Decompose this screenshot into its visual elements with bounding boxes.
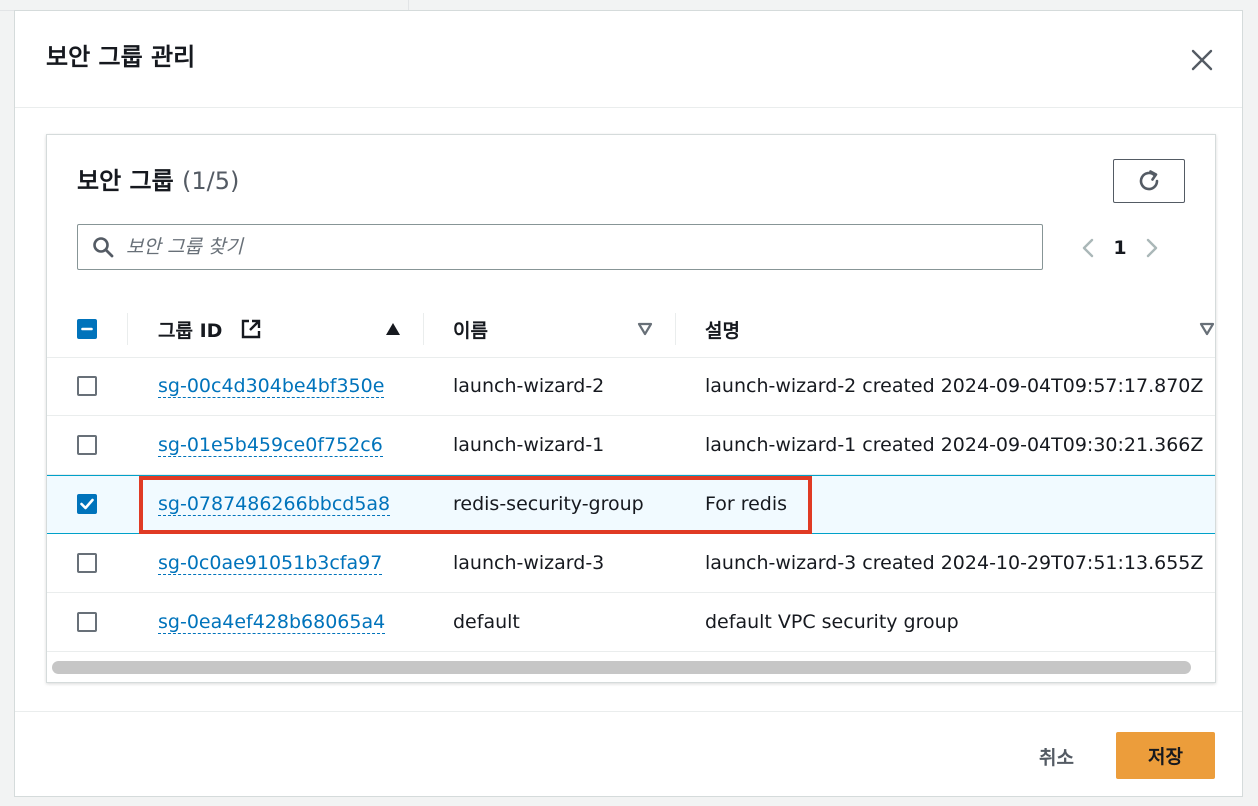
sort-icon (637, 322, 653, 336)
column-label-name: 이름 (453, 319, 488, 342)
table-row[interactable]: sg-0ea4ef428b68065a4 default default VPC… (47, 593, 1215, 652)
table-row[interactable]: sg-00c4d304be4bf350e launch-wizard-2 lau… (47, 357, 1215, 416)
group-id-link[interactable]: sg-0787486266bbcd5a8 (158, 493, 391, 516)
column-separator (127, 313, 128, 345)
select-all-checkbox[interactable] (77, 319, 97, 339)
column-header-name[interactable]: 이름 (453, 301, 653, 357)
indeterminate-icon (81, 327, 93, 331)
row-checkbox[interactable] (77, 435, 97, 455)
table-header: 그룹 ID 이름 설명 (47, 301, 1215, 358)
group-id-link[interactable]: sg-00c4d304be4bf350e (158, 375, 385, 398)
table-row[interactable]: sg-01e5b459ce0f752c6 launch-wizard-1 lau… (47, 416, 1215, 475)
group-name: launch-wizard-3 (453, 552, 605, 574)
close-icon (1191, 49, 1213, 71)
selection-count: (1/5) (182, 167, 240, 195)
row-checkbox[interactable] (77, 612, 97, 632)
search-icon (92, 236, 114, 258)
group-name: launch-wizard-1 (453, 434, 605, 456)
checkmark-icon (80, 498, 94, 510)
group-name: default (453, 611, 520, 633)
group-description: launch-wizard-3 created 2024-10-29T07:51… (705, 552, 1204, 574)
column-header-description[interactable]: 설명 (705, 301, 1215, 357)
row-checkbox[interactable] (77, 553, 97, 573)
chevron-left-icon (1082, 238, 1094, 258)
column-label-description: 설명 (705, 319, 740, 342)
row-checkbox-checked[interactable] (77, 494, 97, 514)
next-page-button[interactable] (1141, 233, 1163, 263)
column-label-group-id: 그룹 ID (158, 319, 223, 342)
refresh-icon (1139, 170, 1159, 191)
table-title: 보안 그룹 (1/5) (77, 165, 239, 197)
search-input[interactable] (124, 226, 1042, 268)
pagination: 1 (1077, 233, 1163, 263)
modal-footer: 취소 저장 (15, 711, 1242, 797)
modal-header: 보안 그룹 관리 (15, 11, 1242, 108)
table-row-selected[interactable]: sg-0787486266bbcd5a8 redis-security-grou… (47, 475, 1215, 534)
table-row[interactable]: sg-0c0ae91051b3cfa97 launch-wizard-3 lau… (47, 534, 1215, 593)
cancel-button[interactable]: 취소 (1025, 734, 1088, 778)
chevron-right-icon (1146, 238, 1158, 258)
column-header-group-id[interactable]: 그룹 ID (158, 301, 408, 357)
table-title-text: 보안 그룹 (77, 167, 174, 195)
group-description: launch-wizard-1 created 2024-09-04T09:30… (705, 434, 1204, 456)
group-name: redis-security-group (453, 493, 644, 515)
refresh-button[interactable] (1113, 159, 1185, 203)
group-description: For redis (705, 493, 788, 515)
row-checkbox[interactable] (77, 376, 97, 396)
group-name: launch-wizard-2 (453, 375, 605, 397)
close-button[interactable] (1187, 45, 1217, 75)
group-id-link[interactable]: sg-01e5b459ce0f752c6 (158, 434, 383, 457)
page-number[interactable]: 1 (1099, 237, 1141, 259)
column-separator (675, 313, 676, 345)
previous-page-button[interactable] (1077, 233, 1099, 263)
manage-security-groups-modal: 보안 그룹 관리 보안 그룹 (1/5) 보안 그룹 찾기 1 그룹 ID 이름… (14, 10, 1243, 797)
group-id-link[interactable]: sg-0ea4ef428b68065a4 (158, 611, 386, 634)
search-box (77, 224, 1043, 270)
group-id-link[interactable]: sg-0c0ae91051b3cfa97 (158, 552, 383, 575)
group-description: launch-wizard-2 created 2024-09-04T09:57… (705, 375, 1204, 397)
save-button[interactable]: 저장 (1116, 732, 1215, 779)
group-description: default VPC security group (705, 611, 959, 633)
horizontal-scrollbar[interactable] (52, 661, 1191, 674)
external-link-icon (242, 319, 261, 339)
security-groups-table-container: 보안 그룹 (1/5) 1 (46, 134, 1216, 683)
sort-ascending-icon (386, 323, 400, 335)
modal-title: 보안 그룹 관리 (46, 43, 196, 71)
sort-icon (1199, 322, 1215, 336)
column-separator (423, 313, 424, 345)
